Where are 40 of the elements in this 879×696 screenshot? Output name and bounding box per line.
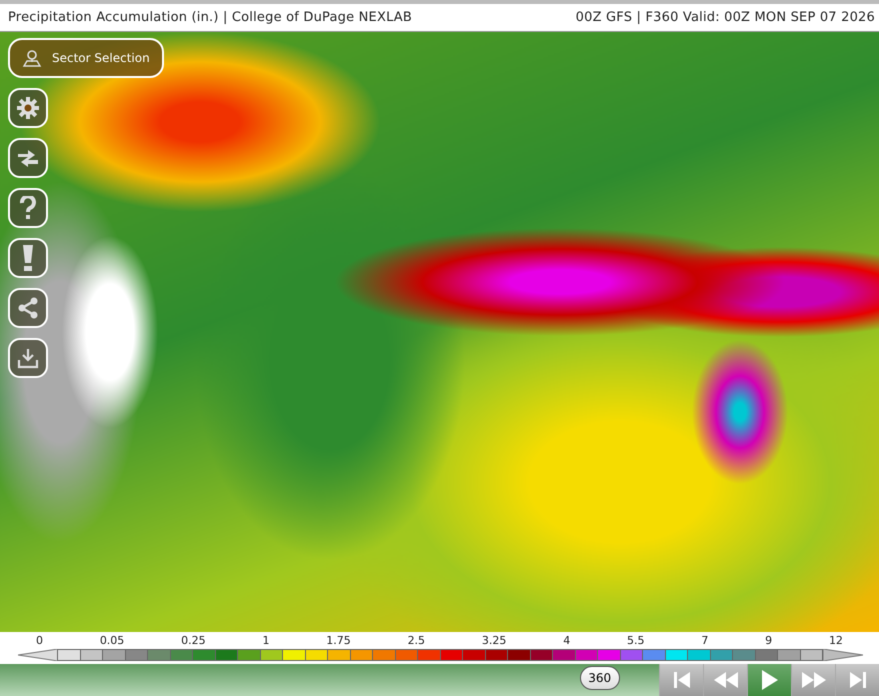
legend-tick-label: 12 [828,634,843,647]
play-icon [760,670,778,690]
legend-tick-label: 7 [701,634,708,647]
sector-selection-button[interactable]: Sector Selection [8,38,164,78]
legend-tick-label: 9 [765,634,772,647]
swap-button[interactable] [8,138,48,178]
step-forward-button[interactable] [791,664,835,696]
legend-tick-label: 1 [262,634,270,647]
share-icon [17,297,39,319]
legend-tick-label: 4 [563,634,570,647]
legend-tick-label: 0.05 [100,634,124,647]
settings-button[interactable] [8,88,48,128]
legend-tick-label: 0.25 [181,634,206,647]
run-info: 00Z GFS | F360 Valid: 00Z MON SEP 07 2026 [576,10,875,25]
skip-end-icon [848,671,866,689]
settings-icon [16,96,40,120]
arrows-icon [16,148,40,168]
legend-tick-label: 5.5 [627,634,644,647]
last-frame-button[interactable] [835,664,879,696]
skip-start-icon [672,671,690,689]
help-button[interactable] [8,188,48,228]
map-title: Precipitation Accumulation (in.) | College of DuPage NEXLAB [8,10,412,25]
first-frame-button[interactable] [659,664,703,696]
download-icon [17,347,39,369]
question-mark-icon [20,196,36,220]
step-back-button[interactable] [703,664,747,696]
play-button[interactable] [747,664,791,696]
rewind-icon [712,672,738,688]
share-button[interactable] [8,288,48,328]
legend-tick-label: 0 [36,634,43,647]
alert-button[interactable] [8,238,48,278]
location-pin-icon [22,49,42,67]
timeline-slider[interactable]: 360 [0,664,659,696]
fast-forward-icon [800,672,826,688]
legend-tick-label: 2.5 [408,634,426,647]
legend-tick-label: 1.75 [326,634,351,647]
download-button[interactable] [8,338,48,378]
slider-thumb[interactable]: 360 [580,666,620,690]
legend-tick-label: 3.25 [482,634,506,647]
exclamation-icon [23,245,33,271]
